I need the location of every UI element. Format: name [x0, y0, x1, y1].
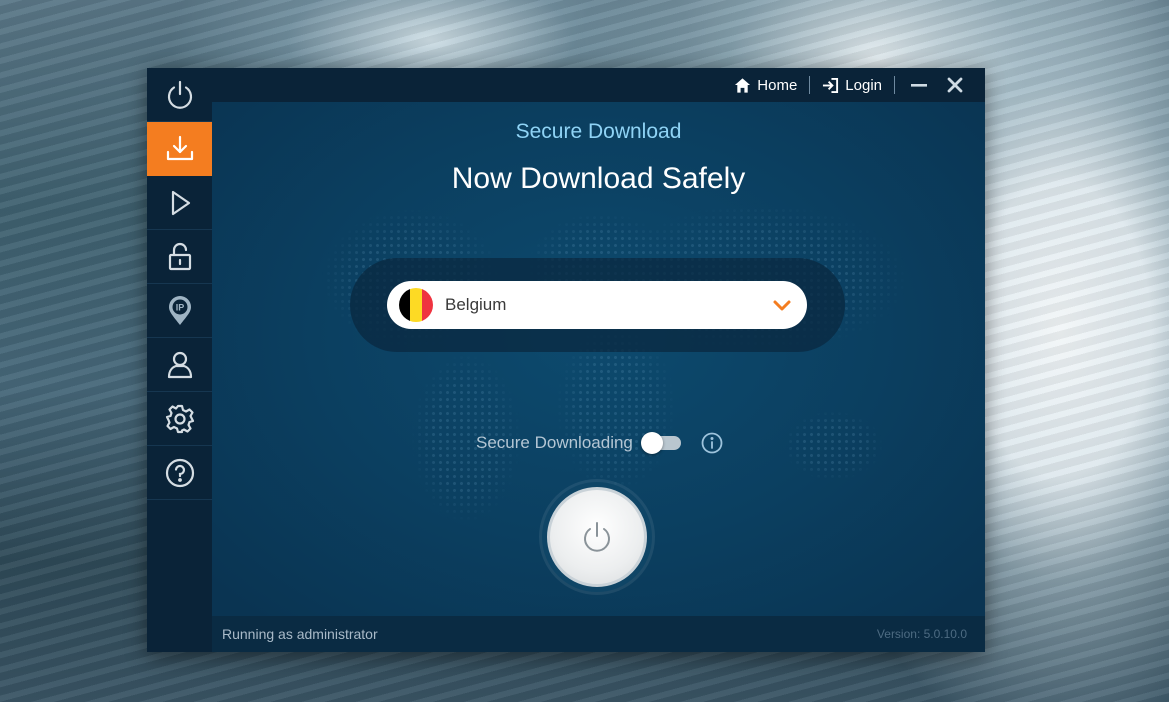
titlebar-divider — [894, 76, 895, 94]
svg-text:IP: IP — [175, 302, 184, 312]
secure-downloading-row: Secure Downloading — [476, 432, 723, 454]
secure-downloading-label: Secure Downloading — [476, 433, 633, 452]
chevron-down-icon — [773, 300, 791, 311]
info-icon[interactable] — [701, 432, 723, 454]
download-icon — [166, 135, 193, 160]
help-icon — [165, 458, 194, 487]
login-icon — [823, 77, 839, 93]
minimize-icon — [911, 84, 927, 87]
home-link[interactable]: Home — [722, 77, 809, 94]
login-link[interactable]: Login — [810, 77, 894, 94]
status-bar: Running as administrator Version: 5.0.10… — [212, 616, 985, 652]
sidebar: IP — [147, 68, 212, 652]
sidebar-item-unlock[interactable] — [147, 230, 212, 284]
country-select-container: Belgium — [350, 258, 845, 352]
belgium-flag-icon — [399, 288, 433, 322]
sidebar-item-download[interactable] — [147, 122, 212, 176]
sidebar-item-ip[interactable]: IP — [147, 284, 212, 338]
sidebar-item-play[interactable] — [147, 176, 212, 230]
selected-country: Belgium — [445, 295, 507, 314]
power-icon — [167, 80, 192, 109]
title-bar: Home Login — [212, 68, 985, 102]
secure-downloading-toggle[interactable] — [640, 432, 681, 454]
sidebar-item-settings[interactable] — [147, 392, 212, 446]
version-label: Version: 5.0.10.0 — [876, 627, 967, 641]
connect-button-ring — [542, 482, 652, 592]
close-button[interactable] — [937, 68, 973, 102]
connect-button[interactable] — [547, 487, 647, 587]
minimize-button[interactable] — [901, 68, 937, 102]
power-icon — [584, 522, 610, 552]
home-icon — [735, 77, 751, 93]
ip-location-icon: IP — [168, 295, 191, 325]
main-panel: Secure Download Now Download Safely Belg… — [212, 102, 985, 616]
page-subtitle: Secure Download — [515, 120, 682, 143]
page-title: Now Download Safely — [451, 162, 746, 195]
sidebar-item-power[interactable] — [147, 68, 212, 122]
login-label: Login — [845, 76, 882, 94]
gear-icon — [165, 404, 194, 433]
app-window: IP Home Login Secure Download Now Downlo… — [147, 68, 985, 652]
sidebar-item-help[interactable] — [147, 446, 212, 500]
user-icon — [167, 351, 192, 378]
toggle-knob — [640, 432, 663, 454]
play-icon — [171, 190, 190, 215]
unlock-icon — [168, 242, 191, 270]
admin-status: Running as administrator — [222, 626, 378, 642]
sidebar-item-account[interactable] — [147, 338, 212, 392]
country-dropdown[interactable]: Belgium — [387, 281, 807, 329]
home-label: Home — [757, 76, 798, 94]
close-icon — [947, 77, 963, 93]
